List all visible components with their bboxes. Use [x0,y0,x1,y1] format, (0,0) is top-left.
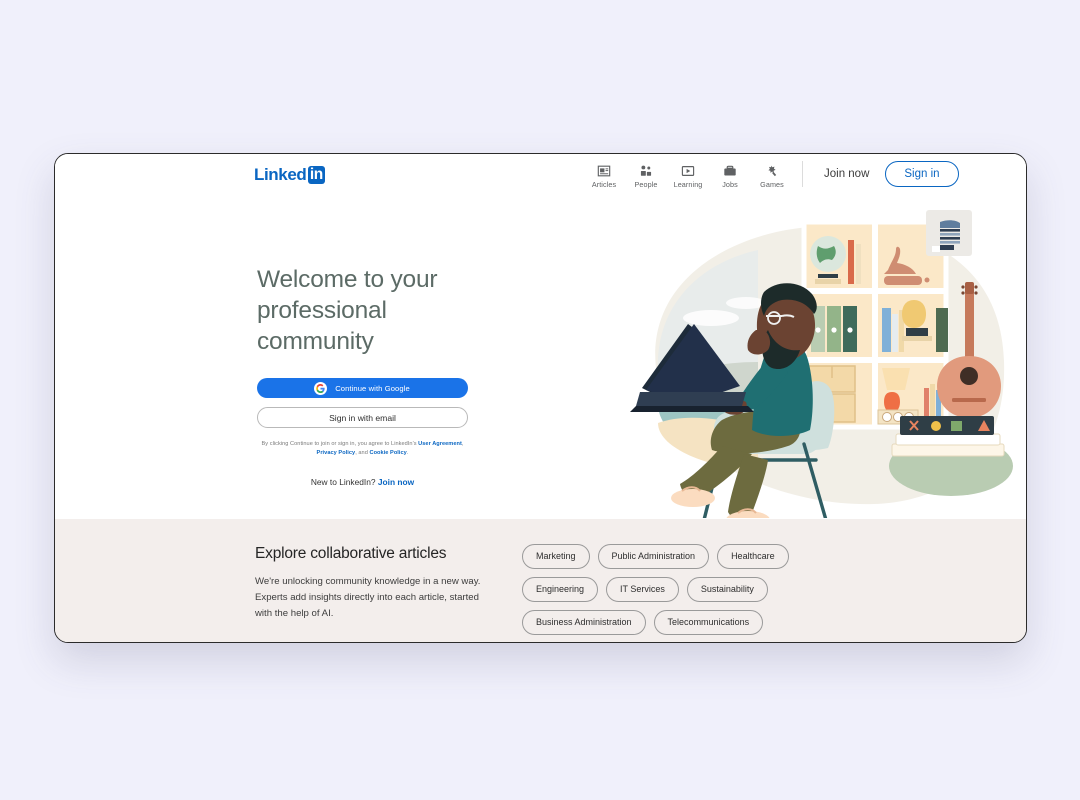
nav-item-articles[interactable]: Articles [583,159,625,189]
nav-label-articles: Articles [591,180,617,189]
linkedin-logo[interactable]: Linked in [254,165,325,185]
legal-part-1: By clicking Continue to join or sign in,… [261,441,419,447]
article-icon [597,163,612,178]
puzzle-icon [765,163,780,178]
briefcase-icon [723,163,738,178]
collaborative-articles-section: Explore collaborative articles We're unl… [55,519,1026,642]
legal-part-2: , [461,441,464,447]
sign-in-button[interactable]: Sign in [885,161,959,187]
nav-label-people: People [634,180,658,189]
play-icon [681,163,696,178]
people-icon [639,163,654,178]
topic-pill-marketing[interactable]: Marketing [522,544,590,569]
join-now-link[interactable]: Join now [814,162,879,186]
topic-pill-engineering[interactable]: Engineering [522,577,599,602]
topic-pill-sustainability[interactable]: Sustainability [686,577,768,602]
logo-in-badge: in [307,166,325,184]
topic-pill-telecommunications[interactable]: Telecommunications [653,610,764,635]
nav-item-learning[interactable]: Learning [667,159,709,189]
google-button-label: Continue with Google [335,383,410,393]
sign-in-with-email-button[interactable]: Sign in with email [257,407,468,428]
browser-card: Linked in Articles People Learning Jobs … [54,153,1027,643]
articles-subtitle: We're unlocking community knowledge in a… [255,576,481,619]
continue-with-google-button[interactable]: Continue with Google [257,378,468,398]
nav-label-jobs: Jobs [722,180,738,189]
nav-links: Articles People Learning Jobs Games Join… [583,159,959,189]
hero-section: Welcome to your professional community C… [55,202,1026,519]
topic-pill-business-administration[interactable]: Business Administration [522,610,646,635]
new-to-linkedin: New to LinkedIn? Join now [257,477,468,487]
nav-item-people[interactable]: People [625,159,667,189]
nav-item-jobs[interactable]: Jobs [709,159,751,189]
nav-divider [802,161,803,187]
topic-pill-it-services[interactable]: IT Services [606,577,679,602]
legal-part-4: . [406,450,409,457]
nav-label-games: Games [760,180,784,189]
logo-word: Linked [254,165,307,184]
nav-item-games[interactable]: Games [751,159,793,189]
articles-title: Explore collaborative articles [255,545,447,562]
nav-label-learning: Learning [673,180,703,189]
new-to-text: New to LinkedIn? [310,476,378,487]
google-icon [314,381,327,395]
hero-illustration [596,208,1016,518]
topic-pill-healthcare[interactable]: Healthcare [717,544,789,569]
hero-content: Welcome to your professional community C… [257,264,472,487]
cookie-policy-link[interactable]: Cookie Policy [369,450,406,456]
join-now-link-secondary[interactable]: Join now [378,477,414,487]
user-agreement-link[interactable]: User Agreement [418,441,462,447]
legal-text: By clicking Continue to join or sign in,… [257,440,468,459]
legal-part-3: , and [355,450,370,457]
topic-pill-public-administration[interactable]: Public Administration [597,544,710,569]
top-navigation: Linked in Articles People Learning Jobs … [55,154,1026,202]
topic-pill-list: Marketing Public Administration Healthca… [522,544,822,642]
articles-copy: Explore collaborative articles We're unl… [255,545,487,622]
privacy-policy-link[interactable]: Privacy Policy [317,450,356,456]
hero-title: Welcome to your professional community [257,266,438,355]
